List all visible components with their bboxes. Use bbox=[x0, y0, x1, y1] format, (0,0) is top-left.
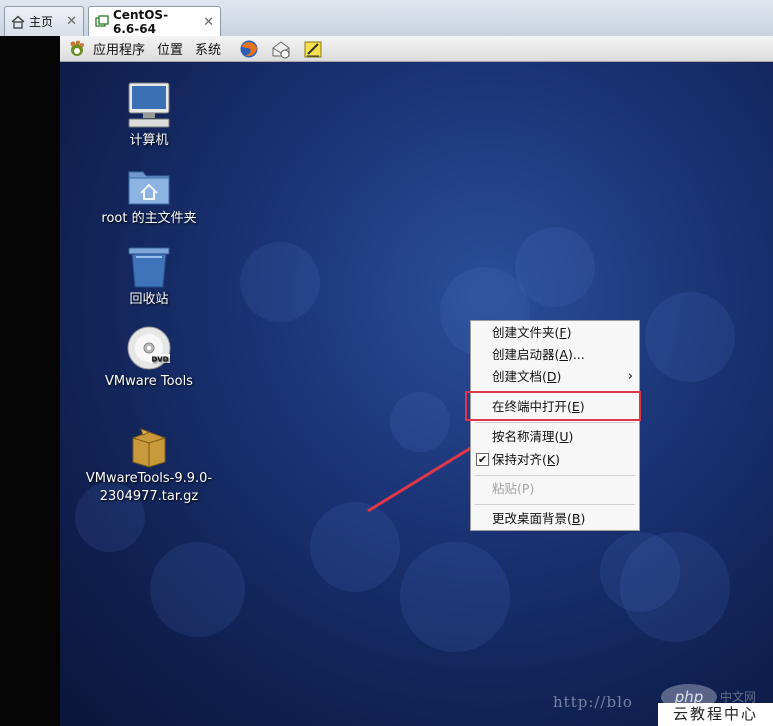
close-icon[interactable]: ✕ bbox=[56, 14, 77, 29]
bokeh bbox=[240, 242, 320, 322]
menu-system[interactable]: 系统 bbox=[195, 39, 221, 58]
bokeh bbox=[150, 542, 245, 637]
menu-separator bbox=[475, 422, 635, 423]
menu-item-clean-up-by-name[interactable]: 按名称清理(U) bbox=[471, 426, 639, 448]
menu-item-keep-aligned[interactable]: ✔ 保持对齐(K) bbox=[471, 449, 639, 471]
menu-item-create-document[interactable]: 创建文档(D) › bbox=[471, 366, 639, 388]
desktop-icon-label: VMware Tools bbox=[105, 374, 193, 389]
vm-left-margin bbox=[0, 36, 60, 726]
archive-icon bbox=[129, 426, 169, 468]
tab-label: 主页 bbox=[29, 15, 54, 29]
desktop-icon-label: VMwareTools-9.9.0- bbox=[85, 471, 213, 486]
watermark-url: http://blo bbox=[553, 693, 633, 711]
trash-icon bbox=[126, 245, 172, 289]
menu-item-paste: 粘贴(P) bbox=[492, 481, 535, 496]
svg-text:DVD: DVD bbox=[151, 356, 168, 364]
desktop-icon-vmware-tools[interactable]: DVD VMware Tools bbox=[79, 325, 219, 391]
desktop-icon-label: root 的主文件夹 bbox=[101, 211, 197, 226]
context-menu: 创建文件夹(F) 创建启动器(A)... 创建文档(D) › 在终端中打开(E) … bbox=[470, 320, 640, 531]
menu-item-change-background[interactable]: 更改桌面背景(B) bbox=[471, 508, 639, 530]
bokeh bbox=[645, 292, 735, 382]
dvd-icon: DVD bbox=[126, 325, 172, 371]
computer-icon bbox=[125, 82, 173, 130]
menu-separator bbox=[475, 504, 635, 505]
chevron-right-icon: › bbox=[627, 369, 633, 384]
tab-home[interactable]: 主页 ✕ bbox=[4, 6, 84, 36]
desktop-icon-label: 2304977.tar.gz bbox=[99, 489, 199, 504]
menu-item-create-folder[interactable]: 创建文件夹(F) bbox=[471, 322, 639, 344]
tab-centos[interactable]: CentOS-6.6-64 ✕ bbox=[88, 6, 221, 37]
annotation-highlight-box bbox=[465, 391, 641, 421]
bokeh bbox=[620, 532, 730, 642]
desktop-icon-label: 计算机 bbox=[129, 133, 169, 148]
vmware-tab-strip: 主页 ✕ CentOS-6.6-64 ✕ bbox=[0, 0, 773, 37]
vm-icon bbox=[95, 15, 109, 29]
checkbox-checked-icon[interactable]: ✔ bbox=[476, 453, 489, 466]
desktop-icon-trash[interactable]: 回收站 bbox=[79, 245, 219, 309]
tab-label: CentOS-6.6-64 bbox=[113, 8, 169, 36]
menu-separator bbox=[475, 475, 635, 476]
gnome-top-panel: 应用程序 位置 系统 bbox=[60, 36, 773, 62]
desktop-icon-home-folder[interactable]: root 的主文件夹 bbox=[79, 166, 219, 228]
menu-places[interactable]: 位置 bbox=[157, 39, 183, 58]
brand-label: 云教程中心 bbox=[658, 703, 773, 726]
home-folder-icon bbox=[125, 166, 173, 208]
desktop-icon-label: 回收站 bbox=[129, 292, 169, 307]
firefox-icon[interactable] bbox=[239, 39, 259, 59]
desktop-icon-vmware-tools-archive[interactable]: VMwareTools-9.9.0- 2304977.tar.gz bbox=[79, 426, 219, 506]
desktop-icon-computer[interactable]: 计算机 bbox=[79, 82, 219, 150]
menu-applications[interactable]: 应用程序 bbox=[93, 39, 145, 58]
close-icon[interactable]: ✕ bbox=[193, 15, 214, 30]
home-icon bbox=[11, 15, 25, 29]
mail-icon[interactable] bbox=[271, 39, 291, 59]
desktop[interactable]: 计算机 root 的主文件夹 回收站 DVD VMware Tools VMwa… bbox=[60, 62, 773, 726]
bokeh bbox=[400, 542, 510, 652]
notes-icon[interactable] bbox=[303, 39, 323, 59]
gnome-foot-icon[interactable] bbox=[67, 39, 87, 59]
menu-item-create-launcher[interactable]: 创建启动器(A)... bbox=[471, 344, 639, 366]
